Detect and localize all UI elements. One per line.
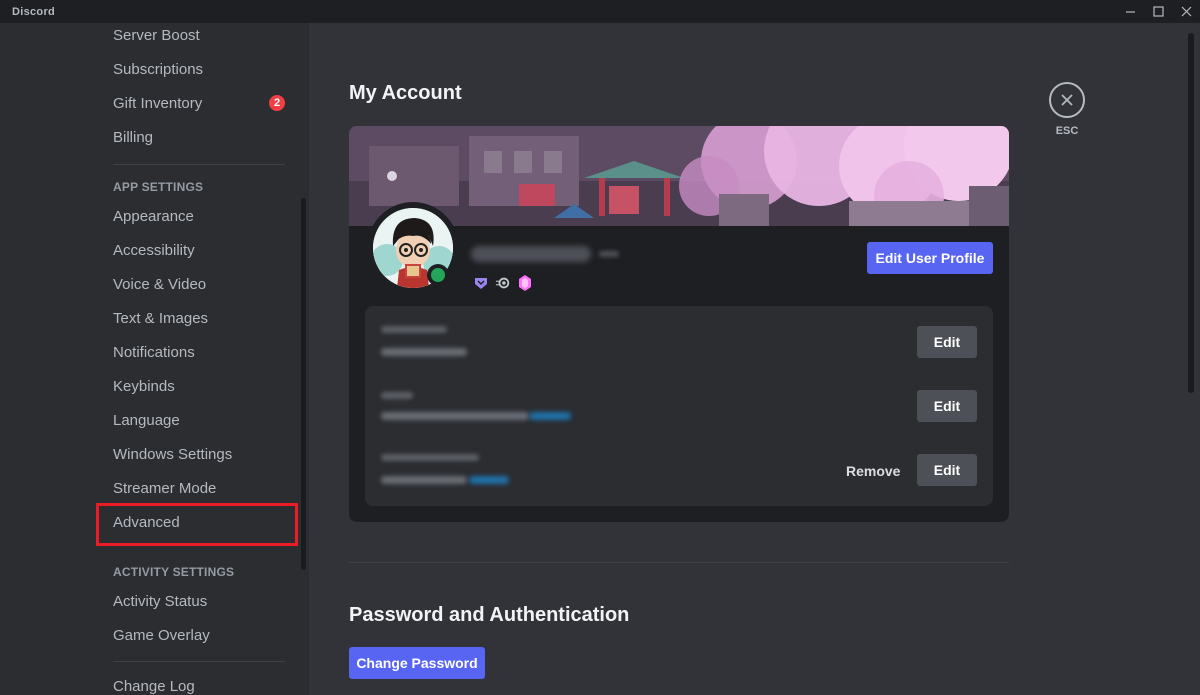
sidebar-item-activity-status[interactable]: Activity Status <box>105 586 285 616</box>
main-scrollbar[interactable] <box>1188 33 1194 393</box>
sidebar-item-text-images[interactable]: Text & Images <box>105 303 285 333</box>
page-title: My Account <box>349 82 462 104</box>
phone-label-redacted <box>381 454 479 461</box>
sidebar-item-gift-inventory[interactable]: Gift Inventory 2 <box>105 88 285 118</box>
sidebar-item-accessibility[interactable]: Accessibility <box>105 235 285 265</box>
sidebar-item-notifications[interactable]: Notifications <box>105 337 285 367</box>
sidebar-item-label: Appearance <box>113 207 194 225</box>
sidebar-item-label: Billing <box>113 128 154 146</box>
close-window-button[interactable] <box>1172 0 1200 23</box>
boost-badge-icon[interactable] <box>517 275 533 291</box>
sidebar-item-label: Voice & Video <box>113 275 207 293</box>
maximize-button[interactable] <box>1144 0 1172 23</box>
sidebar-item-language[interactable]: Language <box>105 405 285 435</box>
hypesquad-badge-icon[interactable] <box>473 275 489 291</box>
main-content: My Account ESC Edit User Profile Edit Ed… <box>309 23 1200 695</box>
close-settings[interactable]: ESC <box>1049 82 1085 137</box>
minimize-icon <box>1125 11 1135 13</box>
sidebar-item-appearance[interactable]: Appearance <box>105 201 285 231</box>
sidebar-item-voice-video[interactable]: Voice & Video <box>105 269 285 299</box>
sidebar-item-label: Game Overlay <box>113 626 210 644</box>
sidebar-item-label: Keybinds <box>113 377 175 395</box>
close-icon <box>1181 6 1191 17</box>
sidebar-item-label: Text & Images <box>113 309 209 327</box>
title-bar: Discord <box>0 0 1200 23</box>
divider <box>113 164 285 165</box>
sidebar-item-label: Windows Settings <box>113 445 233 463</box>
username-redacted <box>471 246 591 262</box>
sidebar-item-label: Subscriptions <box>113 60 204 78</box>
nitro-badge-icon[interactable] <box>495 275 511 291</box>
sidebar-item-label: Gift Inventory <box>113 94 203 112</box>
sidebar-item-label: Activity Status <box>113 592 208 610</box>
sidebar-item-subscriptions[interactable]: Subscriptions <box>105 54 285 84</box>
sidebar-item-label: Notifications <box>113 343 195 361</box>
advanced-highlight-annotation <box>96 503 298 546</box>
sidebar-item-game-overlay[interactable]: Game Overlay <box>105 620 285 650</box>
account-fields: Edit Edit Remove Edit <box>365 306 993 506</box>
sidebar-item-billing[interactable]: Billing <box>105 122 285 152</box>
minimize-button[interactable] <box>1116 0 1144 23</box>
profile-card: Edit User Profile Edit Edit Remove Edit <box>349 126 1009 522</box>
sidebar-item-change-log[interactable]: Change Log <box>105 671 285 695</box>
email-value-redacted <box>381 412 529 420</box>
reveal-phone-link[interactable] <box>469 476 509 484</box>
banner-image <box>349 126 1009 226</box>
section-divider <box>349 562 1009 563</box>
sidebar-item-streamer-mode[interactable]: Streamer Mode <box>105 473 285 503</box>
app-name: Discord <box>12 5 56 18</box>
sidebar-item-label: Language <box>113 411 180 429</box>
email-label-redacted <box>381 392 413 399</box>
online-status-indicator <box>427 264 449 286</box>
sidebar-item-windows-settings[interactable]: Windows Settings <box>105 439 285 469</box>
sidebar-item-server-boost[interactable]: Server Boost <box>105 23 285 50</box>
username-value-redacted <box>381 348 467 356</box>
close-icon <box>1061 94 1073 106</box>
edit-phone-button[interactable]: Edit <box>917 454 977 486</box>
edit-email-button[interactable]: Edit <box>917 390 977 422</box>
maximize-icon <box>1152 6 1164 17</box>
sidebar-item-label: Accessibility <box>113 241 195 259</box>
settings-sidebar: Server Boost Subscriptions Gift Inventor… <box>0 23 309 695</box>
edit-user-profile-button[interactable]: Edit User Profile <box>867 242 993 274</box>
esc-label: ESC <box>1055 125 1079 137</box>
sidebar-item-label: Server Boost <box>113 26 200 44</box>
user-tag-redacted <box>599 251 619 257</box>
reveal-email-link[interactable] <box>529 412 571 420</box>
edit-username-button[interactable]: Edit <box>917 326 977 358</box>
username-label-redacted <box>381 326 447 333</box>
change-password-button[interactable]: Change Password <box>349 647 485 679</box>
app-settings-header: APP SETTINGS <box>113 180 204 194</box>
phone-value-redacted <box>381 476 467 484</box>
sidebar-scrollbar[interactable] <box>301 198 306 570</box>
sidebar-item-keybinds[interactable]: Keybinds <box>105 371 285 401</box>
divider <box>113 661 285 662</box>
close-settings-button[interactable] <box>1049 82 1085 118</box>
notification-badge: 2 <box>269 95 285 111</box>
sidebar-item-label: Change Log <box>113 677 195 695</box>
profile-badges <box>473 275 533 291</box>
window-controls <box>1116 0 1200 23</box>
password-section-title: Password and Authentication <box>349 604 630 626</box>
sidebar-item-label: Streamer Mode <box>113 479 217 497</box>
profile-banner <box>349 126 1009 226</box>
activity-settings-header: ACTIVITY SETTINGS <box>113 565 235 579</box>
remove-phone-button[interactable]: Remove <box>846 463 900 479</box>
